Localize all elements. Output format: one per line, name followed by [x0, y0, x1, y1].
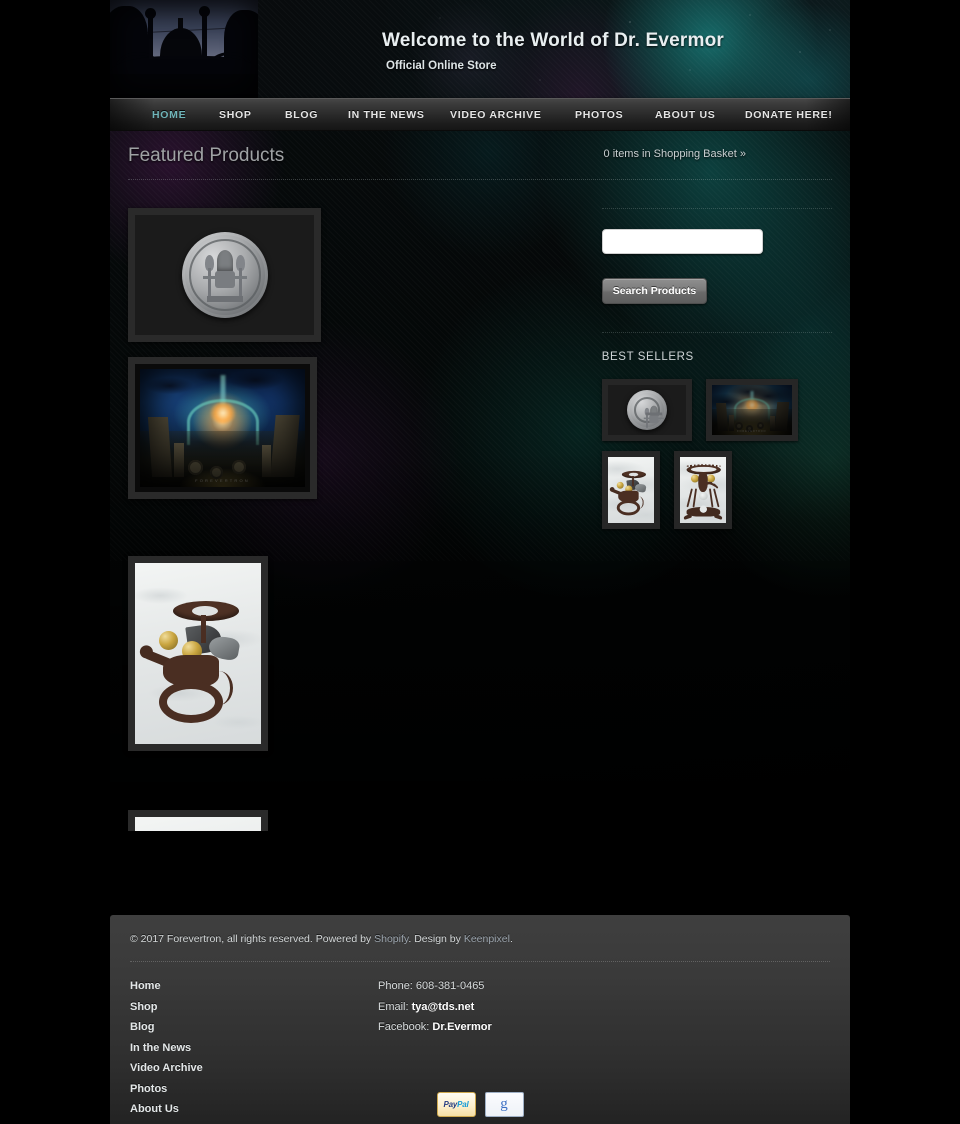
facebook-label: Facebook: [378, 1021, 433, 1033]
sidebar-divider-middle [601, 332, 832, 333]
footer-link-in-the-news[interactable]: In the News [130, 1042, 378, 1054]
footer-link-home[interactable]: Home [130, 980, 378, 992]
products-column: FOREVERTRON [128, 180, 602, 831]
header-text-block: Welcome to the World of Dr. Evermor Offi… [382, 30, 724, 72]
best-seller-thumbnail[interactable] [601, 451, 660, 529]
facebook-value[interactable]: Dr.Evermor [432, 1021, 491, 1033]
sidebar-divider-top [601, 208, 832, 209]
product-card[interactable] [128, 208, 377, 357]
featured-products-grid: FOREVERTRON [128, 208, 602, 831]
footer-phone: Phone: 608-381-0465 [378, 980, 492, 992]
search-input[interactable] [601, 229, 763, 254]
payment-methods-row: Pay Pal g [0, 1092, 960, 1117]
footer-email: Email: tya@tds.net [378, 1001, 492, 1013]
product-card[interactable]: FOREVERTRON [128, 357, 377, 512]
product-image-link[interactable]: FOREVERTRON [128, 357, 317, 499]
copyright-prefix: © 2017 Forevertron, all rights reserved.… [130, 933, 375, 945]
product-image-link[interactable] [128, 208, 321, 342]
page-title: Featured Products [128, 145, 285, 166]
footer-facebook: Facebook: Dr.Evermor [378, 1021, 492, 1033]
search-products-button[interactable]: Search Products [601, 278, 708, 304]
best-sellers-grid: FOREVERTRON [601, 379, 827, 529]
product-card[interactable] [128, 556, 377, 766]
paypal-pay-text: Pay [443, 1100, 458, 1109]
page-header-row: Featured Products 0 items in Shopping Ba… [128, 131, 832, 179]
sidebar: Search Products BEST SELLERS FOREVERTRON [601, 180, 832, 831]
footer-copyright: © 2017 Forevertron, all rights reserved.… [130, 933, 830, 945]
nav-item-about-us[interactable]: ABOUT US [655, 109, 715, 121]
email-value[interactable]: tya@tds.net [412, 1001, 475, 1013]
token-artwork [607, 385, 686, 435]
email-label: Email: [378, 1000, 412, 1013]
nav-item-video-archive[interactable]: VIDEO ARCHIVE [450, 109, 542, 121]
footer-link-blog[interactable]: Blog [130, 1021, 378, 1033]
nav-item-shop[interactable]: SHOP [219, 109, 252, 121]
site-subtitle: Official Online Store [386, 60, 497, 72]
paypal-icon[interactable]: Pay Pal [436, 1092, 476, 1117]
dingher-sculpture-artwork [679, 457, 726, 523]
copyright-suffix: . [509, 933, 513, 945]
copyright-middle: . Design by [408, 933, 464, 945]
nav-item-in-the-news[interactable]: IN THE NEWS [348, 109, 425, 121]
shopify-link[interactable]: Shopify [374, 933, 408, 945]
page-root: Welcome to the World of Dr. Evermor Offi… [0, 0, 960, 1124]
site-title: Welcome to the World of Dr. Evermor [382, 30, 725, 51]
phone-value: 608-381-0465 [415, 980, 485, 992]
nav-item-home[interactable]: HOME [152, 109, 186, 121]
footer-link-video-archive[interactable]: Video Archive [130, 1062, 378, 1074]
best-seller-thumbnail[interactable] [601, 379, 692, 441]
keenpixel-link[interactable]: Keenpixel [464, 933, 510, 945]
product-image-link[interactable] [128, 810, 268, 831]
nav-item-photos[interactable]: PHOTOS [575, 109, 623, 121]
footer-divider [130, 961, 830, 962]
site-shell: Welcome to the World of Dr. Evermor Offi… [110, 0, 850, 1124]
dingher-sculpture-artwork [135, 817, 261, 831]
best-sellers-heading: BEST SELLERS [601, 351, 694, 363]
google-checkout-icon[interactable]: g [484, 1092, 524, 1117]
best-seller-thumbnail[interactable]: FOREVERTRON [705, 379, 798, 441]
main-navigation: HOME SHOP BLOG IN THE NEWS VIDEO ARCHIVE PHOT… [110, 98, 850, 131]
token-artwork [135, 215, 314, 335]
zino-sculpture-artwork [135, 563, 261, 744]
poster-artwork: FOREVERTRON [140, 369, 305, 487]
zino-sculpture-artwork [607, 457, 654, 523]
poster-artwork: FOREVERTRON [711, 385, 792, 435]
footer-link-shop[interactable]: Shop [130, 1001, 378, 1013]
paypal-pal-text: Pal [457, 1100, 469, 1109]
best-seller-thumbnail[interactable] [673, 451, 732, 529]
site-header: Welcome to the World of Dr. Evermor Offi… [110, 0, 850, 98]
shopping-basket-link[interactable]: 0 items in Shopping Basket » [604, 148, 746, 160]
product-card[interactable] [128, 810, 377, 831]
main-content: Featured Products 0 items in Shopping Ba… [110, 131, 850, 831]
forevertron-silhouette-photo [110, 0, 258, 98]
nav-item-donate-here[interactable]: DONATE HERE! [745, 109, 833, 121]
product-image-link[interactable] [128, 556, 268, 751]
nav-item-blog[interactable]: BLOG [285, 109, 318, 121]
phone-label: Phone: [378, 980, 416, 992]
